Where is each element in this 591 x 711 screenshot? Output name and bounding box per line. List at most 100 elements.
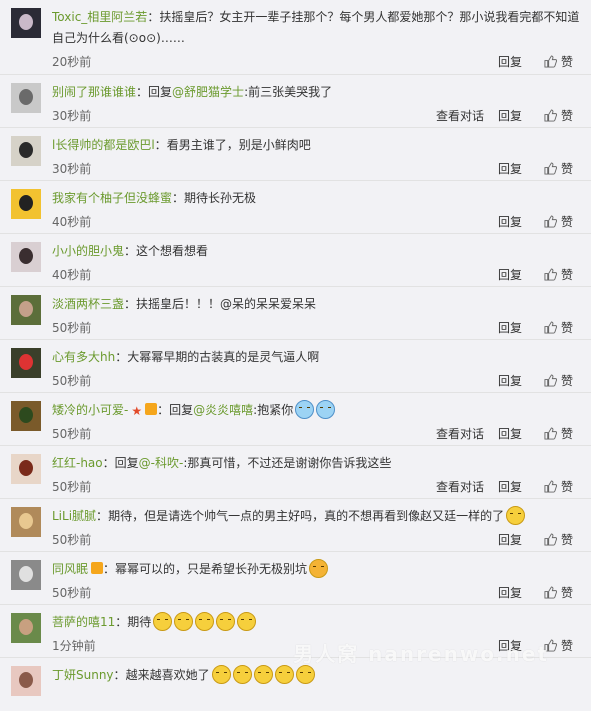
- author-link[interactable]: 小小的胆小鬼: [52, 244, 124, 258]
- view-conversation-button[interactable]: 查看对话: [436, 425, 484, 442]
- timestamp: 50秒前: [52, 374, 92, 388]
- author-link[interactable]: 我家有个柚子但没蜂蜜: [52, 191, 172, 205]
- smirk-emoji-icon: [216, 612, 236, 631]
- colon: ：: [102, 456, 115, 470]
- mention-link[interactable]: @炎炎嘻嘻: [193, 403, 253, 417]
- comment-item: l长得帅的都是欧巴l：看男主谁了，别是小鲜肉吧 30秒前 回复 赞: [0, 128, 591, 181]
- timestamp: 50秒前: [52, 480, 92, 494]
- author-link[interactable]: Toxic_相里阿兰若: [52, 10, 147, 24]
- comment-actions: 查看对话 回复 赞: [422, 107, 573, 124]
- timestamp: 30秒前: [52, 162, 92, 176]
- like-label: 赞: [560, 321, 573, 335]
- reply-button[interactable]: 回复: [498, 531, 522, 548]
- colon: ：: [115, 350, 128, 364]
- avatar[interactable]: [11, 295, 41, 325]
- comment-body: :前三张美哭我了: [244, 85, 333, 99]
- author-link[interactable]: 矮冷的小可爱-: [52, 403, 128, 417]
- reply-button[interactable]: 回复: [498, 319, 522, 336]
- reply-button[interactable]: 回复: [498, 160, 522, 177]
- comment-list: Toxic_相里阿兰若：扶摇皇后？女主开一辈子挂那个？每个男人都爱她那个？那小说…: [0, 0, 591, 711]
- thumbs-up-icon: [544, 533, 557, 546]
- like-button[interactable]: 赞: [544, 372, 573, 389]
- smirk-emoji-icon: [174, 612, 194, 631]
- avatar[interactable]: [11, 8, 41, 38]
- avatar[interactable]: [11, 401, 41, 431]
- author-link[interactable]: 淡酒两杯三盏: [52, 297, 124, 311]
- timestamp: 50秒前: [52, 427, 92, 441]
- comment-body: 期待，但是请选个帅气一点的男主好吗，真的不想再看到像赵又廷一样的了: [108, 509, 505, 523]
- author-link[interactable]: 别闹了那谁谁谁: [52, 85, 136, 99]
- author-link[interactable]: 心有多大hh: [52, 350, 115, 364]
- reply-button[interactable]: 回复: [498, 478, 522, 495]
- thumbs-up-icon: [544, 215, 557, 228]
- mention-link[interactable]: @舒肥猫学士: [172, 85, 244, 99]
- avatar[interactable]: [11, 613, 41, 643]
- reply-button[interactable]: 回复: [498, 266, 522, 283]
- timestamp: 50秒前: [52, 533, 92, 547]
- smile-emoji-icon: [506, 506, 526, 525]
- thumbs-up-icon: [544, 268, 557, 281]
- comment-item: 心有多大hh：大幂幂早期的古装真的是灵气逼人啊 50秒前 回复 赞: [0, 340, 591, 393]
- avatar[interactable]: [11, 454, 41, 484]
- avatar[interactable]: [11, 189, 41, 219]
- thumbs-up-icon: [544, 374, 557, 387]
- comment-item: 小小的胆小鬼：这个想看想看 40秒前 回复 赞: [0, 234, 591, 287]
- avatar[interactable]: [11, 136, 41, 166]
- author-link[interactable]: 丁妍Sunny: [52, 668, 114, 682]
- author-link[interactable]: 同风眠: [52, 562, 88, 576]
- like-label: 赞: [560, 374, 573, 388]
- star-badge-icon: ★: [131, 404, 143, 418]
- author-link[interactable]: l长得帅的都是欧巴l: [52, 138, 155, 152]
- reply-prefix: 回复: [148, 85, 173, 99]
- smirk-emoji-icon: [211, 665, 231, 684]
- author-link[interactable]: 红红-hao: [52, 456, 103, 470]
- author-link[interactable]: LiLi腻腻: [52, 509, 96, 523]
- like-button[interactable]: 赞: [544, 531, 573, 548]
- like-button[interactable]: 赞: [544, 160, 573, 177]
- like-button[interactable]: 赞: [544, 53, 573, 70]
- like-button[interactable]: 赞: [544, 107, 573, 124]
- like-button[interactable]: 赞: [544, 266, 573, 283]
- comment-actions: 回复 赞: [484, 53, 573, 70]
- like-button[interactable]: 赞: [544, 213, 573, 230]
- like-label: 赞: [560, 427, 573, 441]
- timestamp: 40秒前: [52, 268, 92, 282]
- cry-emoji-icon: [295, 400, 315, 419]
- view-conversation-button[interactable]: 查看对话: [436, 478, 484, 495]
- comment-actions: 回复 赞: [484, 531, 573, 548]
- like-button[interactable]: 赞: [544, 425, 573, 442]
- avatar[interactable]: [11, 507, 41, 537]
- reply-button[interactable]: 回复: [498, 372, 522, 389]
- mention-link[interactable]: @-科吹-: [139, 456, 184, 470]
- like-button[interactable]: 赞: [544, 584, 573, 601]
- reply-button[interactable]: 回复: [498, 213, 522, 230]
- comment-text: 小小的胆小鬼：这个想看想看: [52, 241, 581, 262]
- reply-button[interactable]: 回复: [498, 584, 522, 601]
- member-badge-icon: [91, 562, 104, 574]
- comment-text: 淡酒两杯三盏：扶摇皇后！！！@呆的呆呆爱呆呆: [52, 294, 581, 315]
- view-conversation-button[interactable]: 查看对话: [436, 107, 484, 124]
- comment-item: 矮冷的小可爱- ★ ：回复@炎炎嘻嘻:抱紧你 50秒前 查看对话 回复赞: [0, 393, 591, 446]
- avatar[interactable]: [11, 560, 41, 590]
- comment-text: 丁妍Sunny：越来越喜欢她了: [52, 665, 581, 686]
- comment-actions: 回复 赞: [484, 266, 573, 283]
- colon: ：: [115, 615, 128, 629]
- reply-button[interactable]: 回复: [498, 425, 522, 442]
- author-link[interactable]: 菩萨的嘻11: [52, 615, 115, 629]
- reply-button[interactable]: 回复: [498, 53, 522, 70]
- comment-item: 红红-hao：回复@-科吹-:那真可惜，不过还是谢谢你告诉我这些 50秒前 查看对话…: [0, 446, 591, 499]
- comment-actions: 查看对话 回复 赞: [422, 478, 573, 495]
- comment-item: 淡酒两杯三盏：扶摇皇后！！！@呆的呆呆爱呆呆 50秒前 回复 赞: [0, 287, 591, 340]
- reply-button[interactable]: 回复: [498, 107, 522, 124]
- like-button[interactable]: 赞: [544, 478, 573, 495]
- timestamp: 30秒前: [52, 109, 92, 123]
- colon: ：: [172, 191, 185, 205]
- comment-actions: 回复 赞: [484, 372, 573, 389]
- like-label: 赞: [560, 268, 573, 282]
- avatar[interactable]: [11, 242, 41, 272]
- avatar[interactable]: [11, 83, 41, 113]
- like-button[interactable]: 赞: [544, 319, 573, 336]
- avatar[interactable]: [11, 348, 41, 378]
- comment-actions: 回复 赞: [484, 160, 573, 177]
- avatar[interactable]: [11, 666, 41, 696]
